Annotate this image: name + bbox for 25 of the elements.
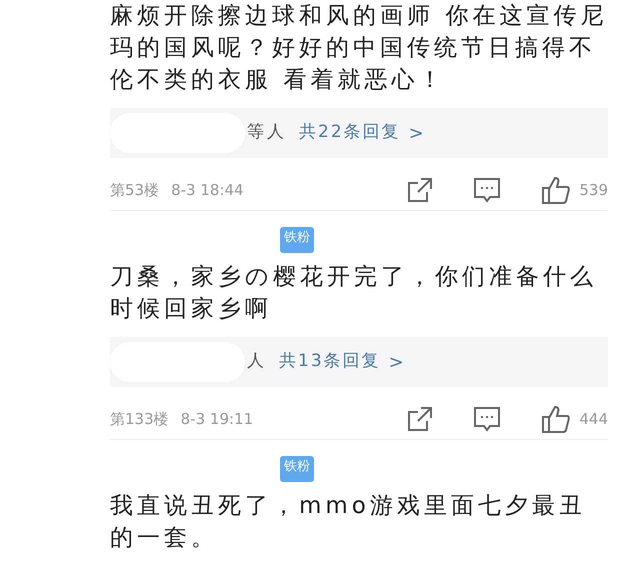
names-suffix: 人 — [247, 350, 267, 374]
share-icon[interactable] — [407, 406, 434, 432]
comment-text: 麻烦开除擦边球和风的画师 你在这宣传尼玛的国风呢？好好的中国传统节日搞得不伦不类的衣服 看着就恶心！ — [110, 2, 608, 95]
chevron-icon: > — [388, 348, 404, 376]
floor-number: 第133楼 — [110, 408, 169, 430]
names-suffix: 等人 — [247, 121, 287, 144]
reply-summary[interactable]: 等人 共22条回复 > — [110, 108, 608, 158]
like-count: 444 — [579, 408, 608, 430]
comment-text: 刀桑，家乡の樱花开完了，你们准备什么时候回家乡啊 — [110, 263, 598, 324]
thumbs-up-icon[interactable] — [541, 175, 572, 205]
thumbs-up-icon[interactable] — [541, 404, 572, 434]
comment-icon[interactable] — [473, 406, 502, 432]
chevron-icon: > — [408, 120, 424, 146]
like-count: 539 — [579, 180, 608, 201]
post-time: 8-3 19:11 — [180, 408, 254, 430]
reply-summary[interactable]: 人 共13条回复 > — [110, 337, 608, 387]
fan-badge: 铁粉 — [280, 227, 314, 253]
floor-number: 第53楼 — [110, 180, 160, 201]
post-time: 8-3 18:44 — [171, 180, 244, 201]
reply-count-link[interactable]: 共22条回复 — [299, 120, 401, 146]
reply-count-link[interactable]: 共13条回复 — [279, 349, 381, 375]
share-icon[interactable] — [407, 177, 434, 203]
comment-icon[interactable] — [473, 177, 502, 203]
comment-text: 我直说丑死了，mmo游戏里面七夕最丑的一套。 — [110, 492, 587, 553]
fan-badge: 铁粉 — [280, 456, 314, 482]
